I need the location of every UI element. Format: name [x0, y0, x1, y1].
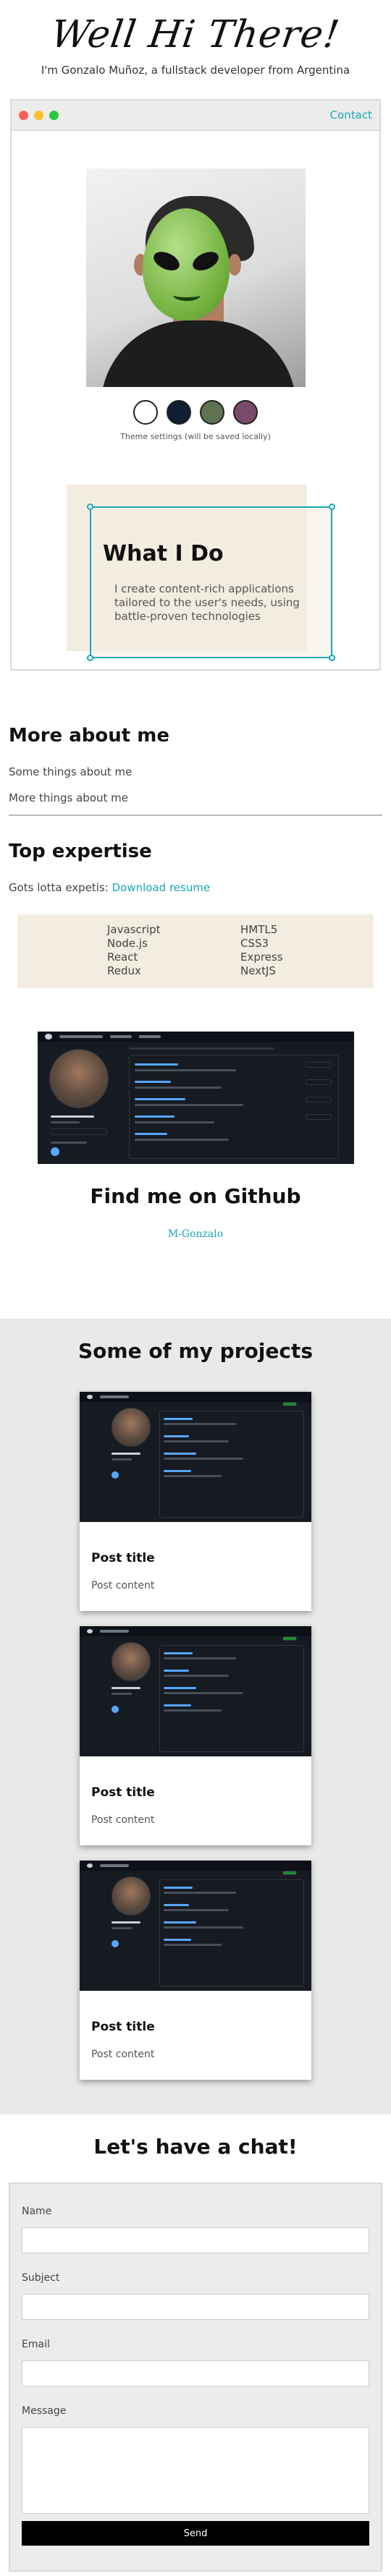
more-about-item: Some things about me	[9, 765, 133, 778]
github-shot-nav	[37, 1032, 354, 1042]
email-field[interactable]	[22, 2360, 369, 2386]
project-card[interactable]: Post title Post content	[80, 1626, 311, 1845]
theme-swatch-navy[interactable]	[167, 400, 191, 425]
expertise-title: Top expertise	[9, 841, 152, 862]
github-profile-screenshot	[37, 1032, 354, 1164]
projects-title: Some of my projects	[78, 1339, 313, 1363]
project-title: Post title	[91, 1551, 155, 1565]
browser-window: Contact Theme settings (will be saved lo…	[10, 99, 381, 671]
project-card[interactable]: Post title Post content	[80, 1392, 311, 1611]
photo-shirt	[100, 320, 296, 387]
project-content: Post content	[91, 1580, 155, 1591]
what-i-do-title: What I Do	[103, 541, 224, 566]
photo-ear-right	[227, 254, 241, 276]
contact-form: Name Subject Email Message Send	[9, 2182, 382, 2572]
download-resume-link[interactable]: Download resume	[112, 881, 211, 894]
skill-item: CSS3	[240, 937, 269, 950]
alien-mouth	[172, 289, 201, 301]
subject-label: Subject	[22, 2272, 60, 2284]
message-field[interactable]	[22, 2427, 369, 2514]
resize-handle-icon	[329, 503, 335, 510]
name-field[interactable]	[22, 2227, 369, 2253]
skills-box: Javascript Node.js React Redux HMTL5 CSS…	[17, 914, 374, 988]
contact-section: Let's have a chat! Name Subject Email Me…	[0, 2114, 391, 2576]
github-title: Find me on Github	[90, 1184, 301, 1208]
skill-item: Javascript	[107, 923, 161, 936]
close-dot-icon	[19, 110, 28, 120]
hero: Well Hi There! I'm Gonzalo Muñoz, a full…	[0, 0, 391, 89]
resize-handle-icon	[87, 503, 93, 510]
skill-item: HMTL5	[240, 923, 278, 936]
project-thumbnail	[80, 1392, 311, 1522]
project-content: Post content	[91, 2049, 155, 2060]
project-card[interactable]: Post title Post content	[80, 1861, 311, 2080]
hero-subtitle: I'm Gonzalo Muñoz, a fullstack developer…	[41, 64, 350, 77]
more-about-item: More things about me	[9, 791, 129, 804]
name-label: Name	[22, 2206, 52, 2217]
what-i-do-backdrop: What I Do I create content-rich applicat…	[67, 485, 335, 661]
alien-emoji-icon	[142, 208, 230, 320]
hero-title: Well Hi There!	[48, 13, 343, 56]
minimize-dot-icon	[34, 110, 43, 120]
more-about-section: More about me Some things about me More …	[0, 671, 391, 816]
alien-eye-right	[189, 248, 222, 274]
project-thumbnail	[80, 1626, 311, 1756]
project-content: Post content	[91, 1814, 155, 1826]
contact-link[interactable]: Contact	[330, 109, 372, 122]
skills-column-left: Javascript Node.js React Redux	[107, 923, 240, 988]
project-thumbnail	[80, 1861, 311, 1991]
project-title: Post title	[91, 1785, 155, 1800]
contact-title: Let's have a chat!	[93, 2135, 298, 2159]
theme-swatch-olive[interactable]	[200, 400, 224, 425]
what-i-do-card: What I Do I create content-rich applicat…	[87, 503, 335, 661]
send-button[interactable]: Send	[22, 2521, 369, 2546]
maximize-dot-icon	[49, 110, 59, 120]
skill-item: React	[107, 951, 138, 964]
projects-section: Some of my projects Post title Post cont…	[0, 1319, 391, 2114]
github-profile-link[interactable]: M-Gonzalo	[168, 1228, 223, 1240]
resize-handle-icon	[329, 655, 335, 661]
skills-column-right: HMTL5 CSS3 Express NextJS	[240, 923, 374, 988]
what-i-do-text: I create content-rich applications tailo…	[114, 582, 300, 623]
theme-swatch-plum[interactable]	[233, 400, 258, 425]
profile-photo	[85, 169, 306, 387]
subject-field[interactable]	[22, 2294, 369, 2320]
alien-eye-left	[150, 248, 182, 274]
email-label: Email	[22, 2339, 50, 2350]
theme-swatch-white[interactable]	[133, 400, 158, 425]
theme-settings-note: Theme settings (will be saved locally)	[120, 432, 271, 441]
github-section: Find me on Github M-Gonzalo	[0, 1184, 391, 1240]
project-title: Post title	[91, 2020, 155, 2034]
skill-item: NextJS	[240, 964, 276, 977]
message-label: Message	[22, 2405, 67, 2417]
expertise-intro: Gots lotta expetis: Download resume	[9, 881, 382, 894]
browser-toolbar: Contact	[12, 101, 379, 131]
skill-item: Express	[240, 951, 283, 964]
theme-swatches	[12, 400, 379, 425]
expertise-section: Top expertise Gots lotta expetis: Downlo…	[0, 816, 391, 894]
github-avatar	[49, 1049, 109, 1108]
expertise-intro-text: Gots lotta expetis:	[9, 881, 112, 894]
skill-item: Node.js	[107, 937, 148, 950]
resize-handle-icon	[87, 655, 93, 661]
more-about-title: More about me	[9, 725, 169, 747]
skill-item: Redux	[107, 964, 141, 977]
